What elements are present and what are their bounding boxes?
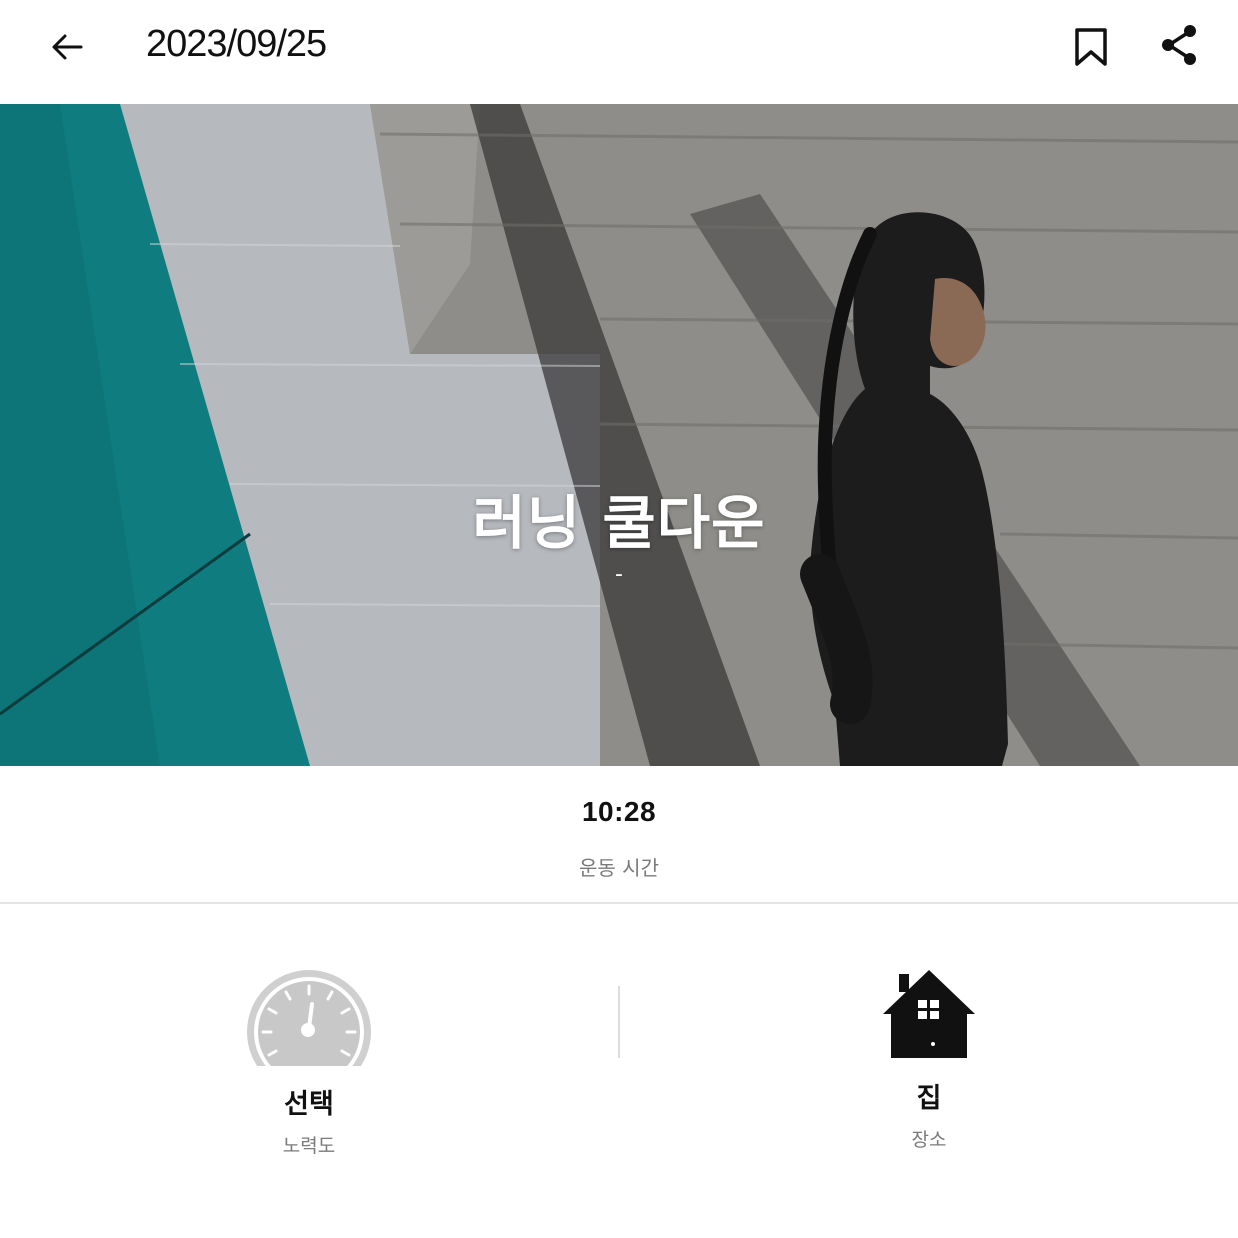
share-icon <box>1162 25 1196 65</box>
location-stat[interactable]: 집 장소 <box>774 966 1084 1152</box>
speedometer-icon <box>247 970 371 1066</box>
workout-hero-image: 러닝 쿨다운 - <box>0 104 1238 766</box>
workout-subtitle: - <box>615 562 623 587</box>
bookmark-icon <box>1075 28 1107 66</box>
hero-background-illustration <box>0 104 1238 766</box>
workout-time-label: 운동 시간 <box>579 856 659 880</box>
workout-stats: 선택 노력도 집 장소 <box>0 906 1238 1238</box>
workout-title: 러닝 쿨다운 <box>472 489 766 557</box>
arrow-left-icon <box>52 34 83 60</box>
workout-time-section: 10:28 운동 시간 <box>0 766 1238 904</box>
page-title: 2023/09/25 <box>146 23 327 65</box>
location-value: 집 <box>916 1083 942 1114</box>
top-app-bar: 2023/09/25 <box>0 0 1238 104</box>
effort-value: 선택 <box>284 1089 334 1120</box>
house-icon <box>883 970 975 1058</box>
workout-time-value: 10:28 <box>581 796 657 827</box>
location-label: 장소 <box>911 1129 947 1151</box>
stats-divider <box>618 986 620 1058</box>
effort-label: 노력도 <box>282 1135 336 1157</box>
effort-stat[interactable]: 선택 노력도 <box>154 966 464 1158</box>
bookmark-button[interactable] <box>1064 20 1118 74</box>
back-button[interactable] <box>40 20 94 74</box>
share-button[interactable] <box>1152 18 1206 72</box>
